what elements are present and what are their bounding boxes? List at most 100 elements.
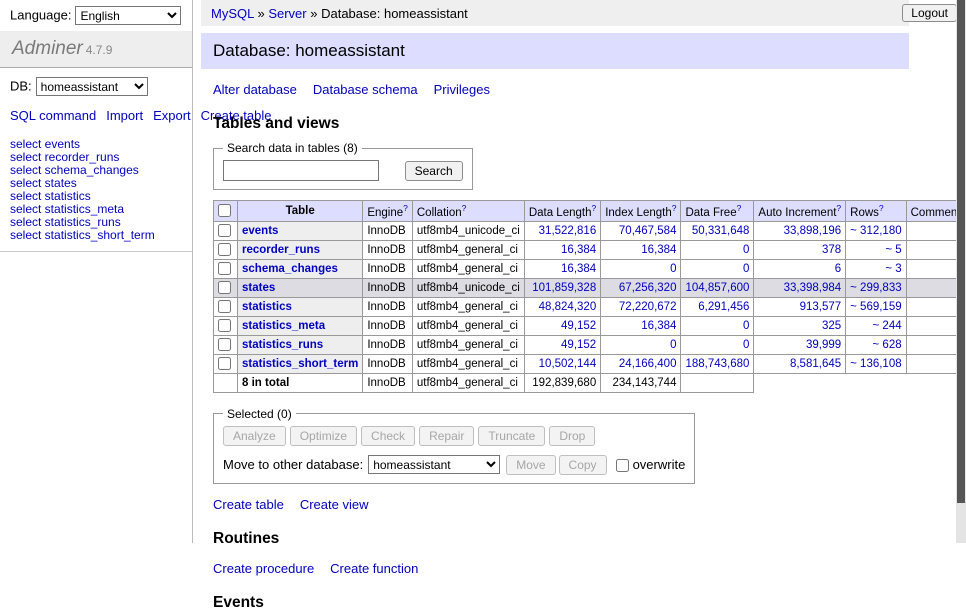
data-length-link[interactable]: 49,152	[561, 339, 596, 351]
table-name-link[interactable]: events	[242, 225, 278, 237]
scrollbar-thumb[interactable]	[957, 0, 965, 503]
create-link[interactable]: Create table	[213, 497, 284, 512]
row-checkbox[interactable]	[218, 224, 231, 237]
help-link[interactable]: ?	[462, 203, 467, 213]
language-select[interactable]: English	[75, 6, 181, 25]
auto-increment-link[interactable]: 913,577	[800, 301, 842, 313]
data-length-link[interactable]: 16,384	[561, 244, 596, 256]
data-free-link[interactable]: 0	[743, 320, 749, 332]
table-name-cell: recorder_runs	[238, 240, 363, 259]
sidebar-action-link[interactable]: SQL command	[10, 108, 96, 123]
table-name-link[interactable]: states	[242, 282, 275, 294]
table-name-link[interactable]: statistics_meta	[242, 320, 325, 332]
db-select[interactable]: homeassistant	[36, 77, 148, 96]
search-button[interactable]: Search	[405, 161, 463, 181]
routine-link[interactable]: Create procedure	[213, 561, 314, 576]
row-checkbox[interactable]	[218, 243, 231, 256]
data-length-link[interactable]: 49,152	[561, 320, 596, 332]
check-button[interactable]: Check	[361, 426, 415, 446]
table-name-link[interactable]: statistics	[242, 301, 292, 313]
data-length-link[interactable]: 16,384	[561, 263, 596, 275]
breadcrumb-link[interactable]: MySQL	[211, 6, 254, 21]
data-free-link[interactable]: 50,331,648	[692, 225, 750, 237]
sidebar-action-link[interactable]: Export	[153, 108, 191, 123]
index-length-link[interactable]: 72,220,672	[619, 301, 677, 313]
data-free-link[interactable]: 6,291,456	[698, 301, 749, 313]
row-checkbox[interactable]	[218, 338, 231, 351]
rows-link[interactable]: ~ 299,833	[850, 282, 901, 294]
data-length-link[interactable]: 101,859,328	[532, 282, 596, 294]
sidebar-table-link[interactable]: select statistics_short_term	[10, 229, 182, 242]
data-length-link[interactable]: 48,824,320	[539, 301, 597, 313]
row-checkbox[interactable]	[218, 319, 231, 332]
row-checkbox[interactable]	[218, 262, 231, 275]
data-free-link[interactable]: 0	[743, 263, 749, 275]
rows-link[interactable]: ~ 136,108	[850, 358, 901, 370]
data-free-link[interactable]: 0	[743, 244, 749, 256]
truncate-button[interactable]: Truncate	[478, 426, 545, 446]
auto-increment-link[interactable]: 33,398,984	[784, 282, 842, 294]
drop-button[interactable]: Drop	[549, 426, 595, 446]
search-input[interactable]	[223, 160, 379, 181]
rows-link[interactable]: ~ 3	[885, 263, 901, 275]
help-link[interactable]: ?	[879, 203, 884, 213]
scrollbar[interactable]	[956, 0, 966, 543]
auto-increment-link[interactable]: 39,999	[806, 339, 841, 351]
logout-button[interactable]: Logout	[902, 4, 957, 22]
row-checkbox[interactable]	[218, 281, 231, 294]
rows-link[interactable]: ~ 569,159	[850, 301, 901, 313]
move-db-select[interactable]: homeassistant	[368, 455, 500, 474]
db-nav-link[interactable]: Privileges	[434, 82, 490, 97]
data-free-link[interactable]: 188,743,680	[685, 358, 749, 370]
help-link[interactable]: ?	[672, 203, 677, 213]
analyze-button[interactable]: Analyze	[223, 426, 286, 446]
optimize-button[interactable]: Optimize	[290, 426, 357, 446]
data-length-link[interactable]: 10,502,144	[539, 358, 597, 370]
row-checkbox[interactable]	[218, 357, 231, 370]
auto-increment-link[interactable]: 325	[822, 320, 841, 332]
select-all-checkbox[interactable]	[218, 204, 231, 217]
auto-increment-link[interactable]: 33,898,196	[784, 225, 842, 237]
table-name-link[interactable]: statistics_runs	[242, 339, 323, 351]
routine-link[interactable]: Create function	[330, 561, 418, 576]
index-length-link[interactable]: 24,166,400	[619, 358, 677, 370]
db-nav-link[interactable]: Alter database	[213, 82, 297, 97]
move-button[interactable]: Move	[506, 455, 555, 475]
tables-header-row: TableEngine?Collation?Data Length?Index …	[214, 201, 966, 222]
data-free-cell: 0	[681, 259, 754, 278]
auto-increment-link[interactable]: 6	[835, 263, 841, 275]
auto-increment-link[interactable]: 378	[822, 244, 841, 256]
rows-link[interactable]: ~ 244	[873, 320, 902, 332]
adminer-home-link[interactable]: Adminer	[12, 38, 83, 59]
collation-cell: utf8mb4_general_ci	[412, 259, 524, 278]
data-free-link[interactable]: 0	[743, 339, 749, 351]
auto-increment-link[interactable]: 8,581,645	[790, 358, 841, 370]
breadcrumb-link[interactable]: Server	[268, 6, 306, 21]
index-length-link[interactable]: 16,384	[641, 244, 676, 256]
index-length-link[interactable]: 67,256,320	[619, 282, 677, 294]
index-length-link[interactable]: 0	[670, 263, 676, 275]
help-link[interactable]: ?	[591, 203, 596, 213]
db-nav-link[interactable]: Database schema	[313, 82, 418, 97]
rows-link[interactable]: ~ 312,180	[850, 225, 901, 237]
rows-link[interactable]: ~ 628	[873, 339, 902, 351]
sidebar-action-link[interactable]: Import	[106, 108, 143, 123]
rows-cell: ~ 3	[846, 259, 906, 278]
copy-button[interactable]: Copy	[559, 455, 607, 475]
index-length-link[interactable]: 70,467,584	[619, 225, 677, 237]
help-link[interactable]: ?	[403, 203, 408, 213]
index-length-link[interactable]: 0	[670, 339, 676, 351]
data-length-link[interactable]: 31,522,816	[539, 225, 597, 237]
repair-button[interactable]: Repair	[419, 426, 474, 446]
table-name-link[interactable]: statistics_short_term	[242, 358, 358, 370]
table-name-link[interactable]: recorder_runs	[242, 244, 320, 256]
table-name-link[interactable]: schema_changes	[242, 263, 338, 275]
help-link[interactable]: ?	[737, 203, 742, 213]
index-length-link[interactable]: 16,384	[641, 320, 676, 332]
rows-link[interactable]: ~ 5	[885, 244, 901, 256]
overwrite-checkbox[interactable]	[616, 459, 629, 472]
help-link[interactable]: ?	[836, 203, 841, 213]
row-checkbox[interactable]	[218, 300, 231, 313]
create-link[interactable]: Create view	[300, 497, 369, 512]
data-free-link[interactable]: 104,857,600	[685, 282, 749, 294]
